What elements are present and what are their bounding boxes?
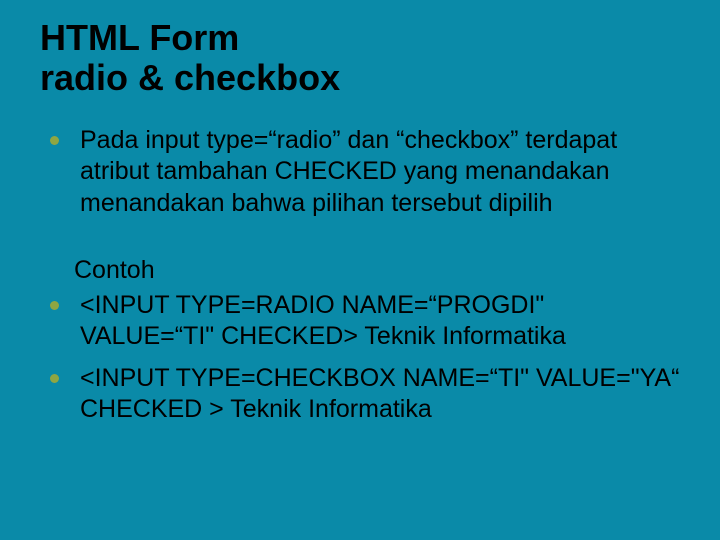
bullet-list-bottom: <INPUT TYPE=RADIO NAME=“PROGDI" VALUE=“T… [40,290,680,425]
list-item: <INPUT TYPE=CHECKBOX NAME=“TI" VALUE="YA… [74,363,680,426]
example-heading: Contoh [40,255,680,286]
title-line-2: radio & checkbox [40,57,340,98]
title-line-1: HTML Form [40,17,239,58]
bullet-text: Pada input type=“radio” dan “checkbox” t… [80,126,617,217]
bullet-text: <INPUT TYPE=CHECKBOX NAME=“TI" VALUE="YA… [80,364,679,423]
list-item: <INPUT TYPE=RADIO NAME=“PROGDI" VALUE=“T… [74,290,680,353]
bullet-list-top: Pada input type=“radio” dan “checkbox” t… [40,125,680,219]
slide-title: HTML Form radio & checkbox [40,18,680,97]
slide-body: Pada input type=“radio” dan “checkbox” t… [40,125,680,425]
bullet-text: <INPUT TYPE=RADIO NAME=“PROGDI" VALUE=“T… [80,291,566,350]
slide: HTML Form radio & checkbox Pada input ty… [0,0,720,540]
list-item: Pada input type=“radio” dan “checkbox” t… [74,125,680,219]
